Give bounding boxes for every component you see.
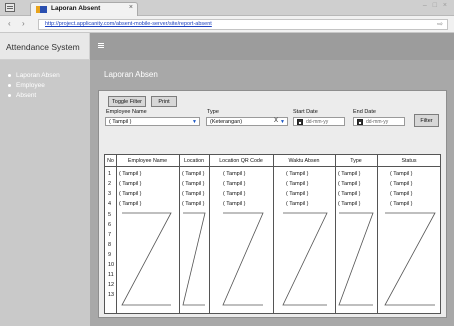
address-bar-row: ‹ › http://project.applicanity.com/absen… — [0, 16, 454, 33]
window-menu-icon[interactable] — [5, 3, 15, 12]
url-text: http://project.applicanity.com/absent-mo… — [45, 21, 212, 27]
main-content: Laporan Absen Toggle Filter Print Employ… — [90, 60, 454, 326]
browser-tab[interactable]: Laporan Absent × — [30, 2, 138, 16]
browser-titlebar: Laporan Absent × – □ × — [0, 0, 454, 16]
content-topbar — [90, 33, 454, 60]
continuation-mark — [121, 212, 172, 306]
sidebar-menu: Laporan Absen Employee Absent — [0, 70, 90, 100]
end-date-input[interactable]: dd-mm-yy — [353, 117, 405, 126]
sidebar-item-laporan-absen[interactable]: Laporan Absen — [0, 70, 90, 80]
clear-icon[interactable]: X — [274, 118, 278, 124]
tab-close-icon[interactable]: × — [129, 4, 133, 11]
end-date-placeholder: dd-mm-yy — [366, 118, 389, 125]
type-label: Type — [207, 109, 219, 115]
start-date-placeholder: dd-mm-yy — [306, 118, 329, 125]
sidebar-item-label: Employee — [16, 81, 45, 89]
continuation-mark — [222, 212, 264, 306]
sidebar: Attendance System Laporan Absen Employee… — [0, 33, 90, 326]
tab-title: Laporan Absent — [51, 5, 101, 12]
start-date-input[interactable]: dd-mm-yy — [293, 117, 345, 126]
continuation-mark — [182, 212, 206, 306]
window-controls[interactable]: – □ × — [423, 2, 449, 9]
calendar-icon[interactable] — [297, 118, 303, 125]
bullet-icon — [8, 73, 11, 77]
url-input[interactable]: http://project.applicanity.com/absent-mo… — [38, 19, 448, 30]
go-arrow-icon[interactable]: ⇨ — [437, 20, 443, 28]
chevron-down-icon: ▼ — [192, 119, 197, 125]
start-date-label: Start Date — [293, 109, 318, 115]
hamburger-menu-icon[interactable] — [98, 43, 104, 48]
filter-button[interactable]: Filter — [414, 114, 439, 127]
type-value: (Keterangan) — [210, 118, 243, 125]
sidebar-item-employee[interactable]: Employee — [0, 80, 90, 90]
employee-name-value: ( Tampil ) — [109, 118, 132, 125]
employee-name-label: Employee Name — [106, 109, 147, 115]
employee-name-select[interactable]: ( Tampil ) ▼ — [105, 117, 200, 126]
forward-icon[interactable]: › — [22, 19, 25, 28]
continuation-mark — [384, 212, 436, 306]
attendance-table: No Employee Name Location Location QR Co… — [104, 154, 441, 314]
continuation-mark — [338, 212, 374, 306]
back-icon[interactable]: ‹ — [8, 19, 11, 28]
print-button[interactable]: Print — [151, 96, 177, 107]
sidebar-item-label: Absent — [16, 91, 37, 99]
sidebar-header: Attendance System — [0, 33, 90, 60]
calendar-icon[interactable] — [357, 118, 363, 125]
tab-favicon-icon — [36, 6, 47, 13]
bullet-icon — [8, 83, 11, 87]
type-select[interactable]: (Keterangan) X ▼ — [206, 117, 288, 126]
toggle-filter-button[interactable]: Toggle Filter — [108, 96, 146, 107]
app-title: Attendance System — [6, 42, 80, 52]
bullet-icon — [8, 93, 11, 97]
sidebar-item-label: Laporan Absen — [16, 71, 60, 79]
page-title: Laporan Absen — [104, 70, 158, 79]
chevron-down-icon: ▼ — [280, 119, 285, 125]
end-date-label: End Date — [353, 109, 376, 115]
continuation-mark — [282, 212, 328, 306]
report-panel: Toggle Filter Print Employee Name ( Tamp… — [98, 90, 447, 318]
sidebar-item-absent[interactable]: Absent — [0, 90, 90, 100]
continuation-marks — [121, 212, 436, 306]
